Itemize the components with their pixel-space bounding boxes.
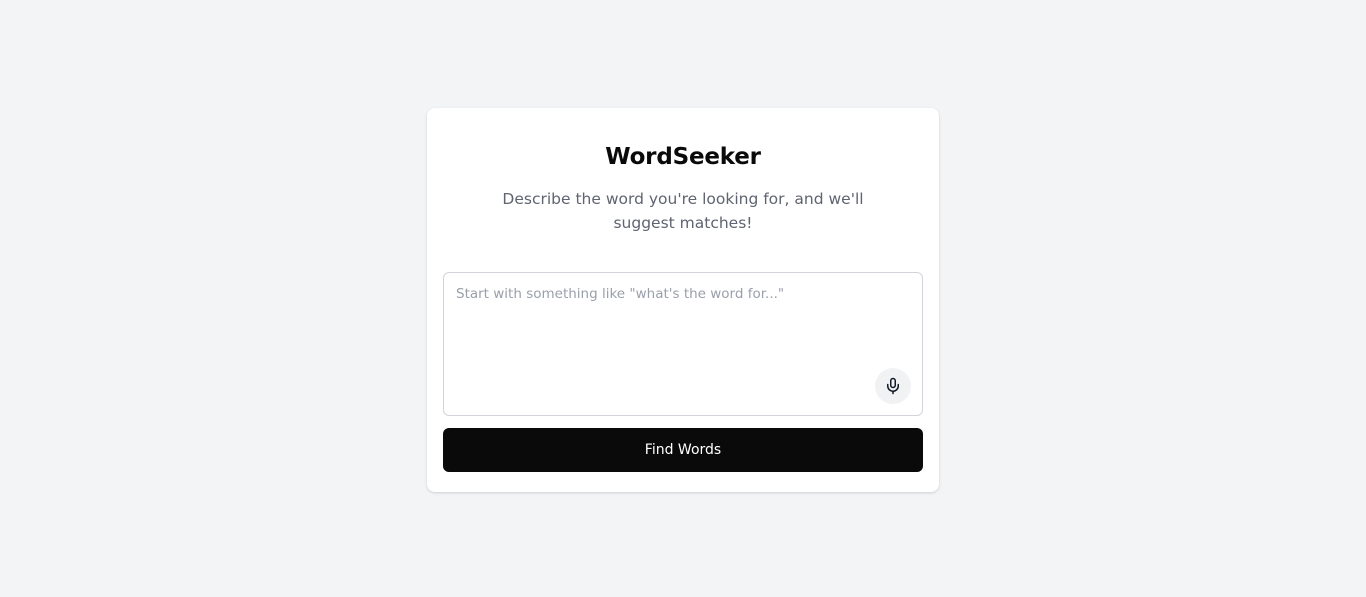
microphone-icon <box>884 377 902 395</box>
app-subtitle: Describe the word you're looking for, an… <box>502 190 864 232</box>
app-title: WordSeeker <box>605 144 761 170</box>
query-input[interactable] <box>444 273 922 415</box>
query-input-container <box>443 272 923 416</box>
find-words-button[interactable]: Find Words <box>443 428 923 472</box>
word-search-card: WordSeeker Describe the word you're look… <box>427 108 939 492</box>
voice-input-button[interactable] <box>875 368 911 404</box>
